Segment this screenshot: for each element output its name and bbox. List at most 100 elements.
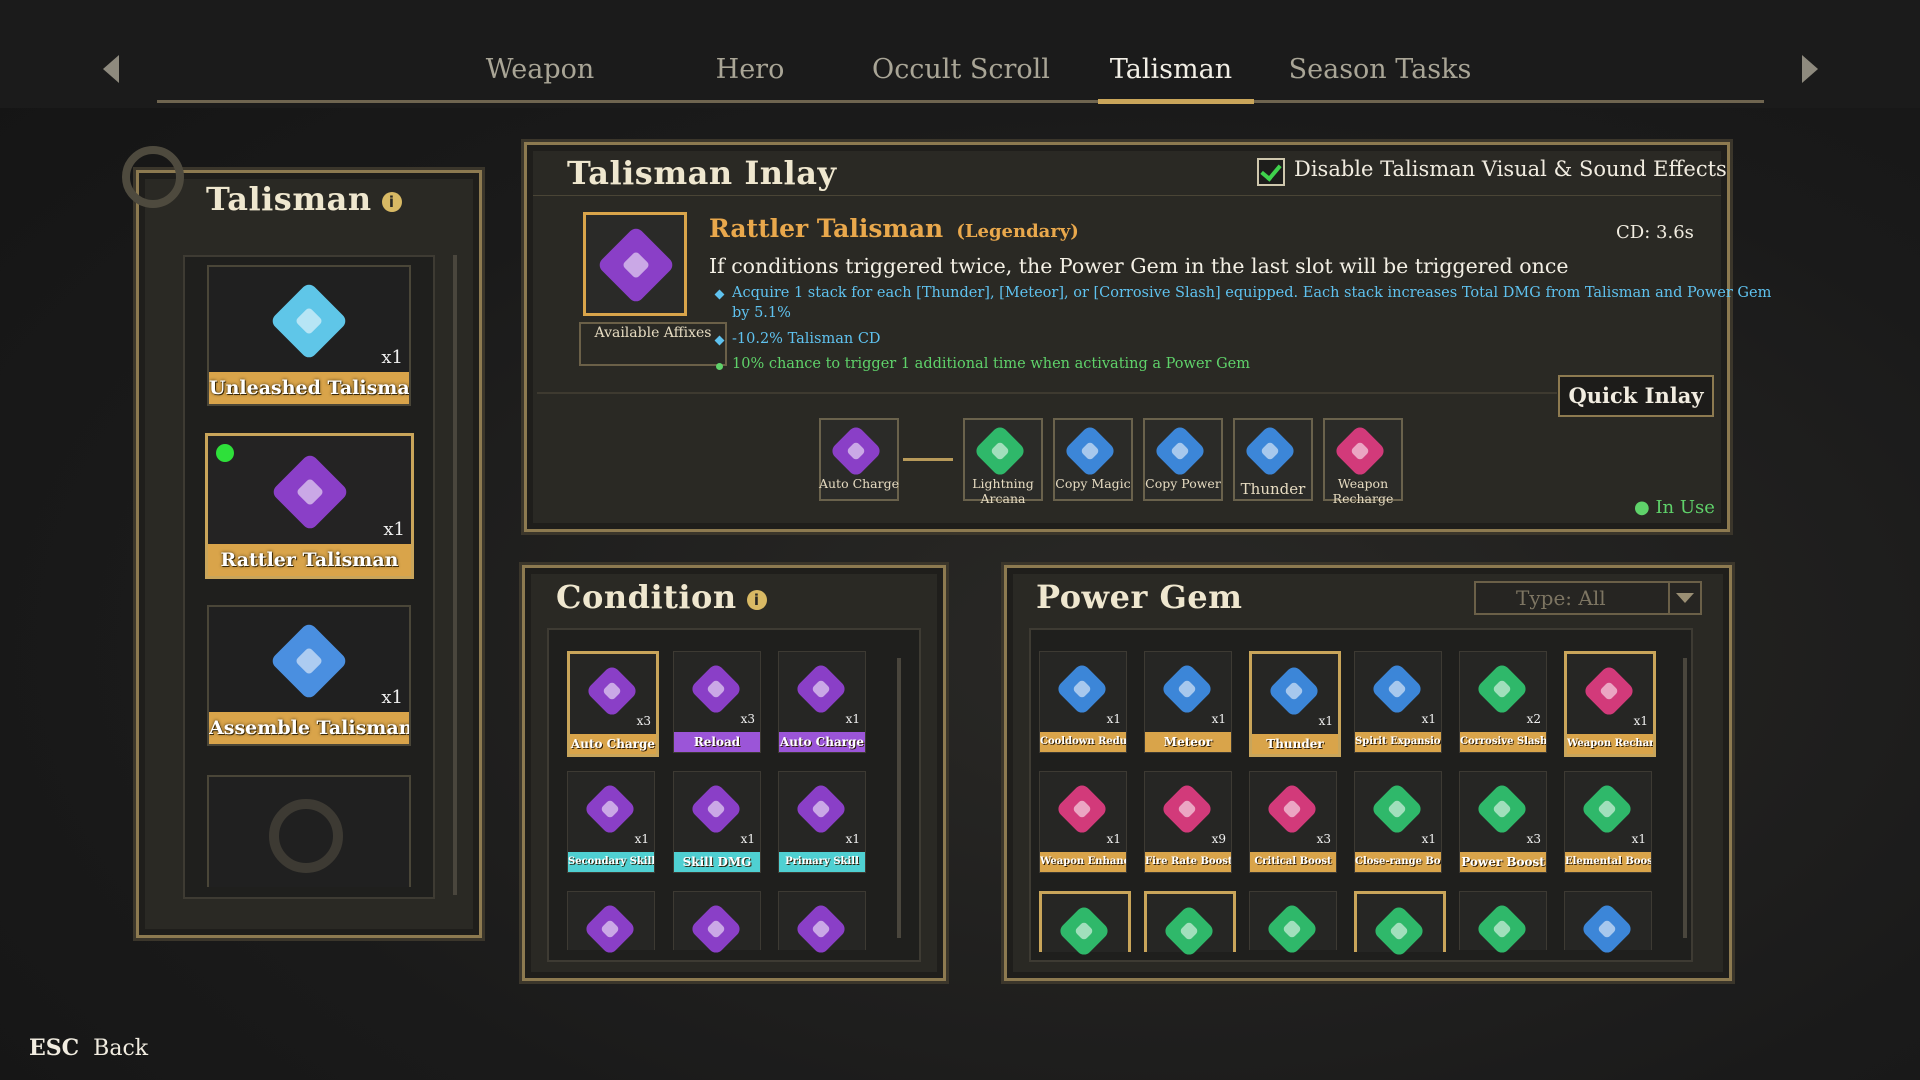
condition-scrollbar[interactable] [897, 658, 901, 938]
power-gem-item[interactable]: x1 Weapon Enhance [1039, 771, 1127, 873]
cooldown-label: CD: [1616, 222, 1651, 243]
item-qty: x1 [1318, 714, 1333, 728]
power-gem-icon [1057, 904, 1111, 958]
talisman-qty: x1 [381, 347, 403, 368]
condition-item[interactable]: x1 Auto Charge [778, 651, 866, 753]
available-affixes-button[interactable]: Available Affixes [579, 322, 727, 366]
power-gem-panel-title: Power Gem [1036, 578, 1243, 616]
talisman-rarity: (Legendary) [956, 221, 1079, 242]
item-qty: x1 [1421, 712, 1436, 726]
condition-item[interactable]: x1 Primary Skill [778, 771, 866, 873]
in-use-label: In Use [1655, 497, 1715, 518]
condition-item[interactable]: x1 Secondary Skill [567, 771, 655, 873]
condition-gem-icon [794, 662, 848, 716]
item-label: Meteor [1145, 732, 1231, 752]
item-qty: x1 [845, 832, 860, 846]
inlay-slot-4[interactable]: Thunder [1233, 418, 1313, 501]
condition-item[interactable]: x3 Reload [673, 651, 761, 753]
tab-weapon[interactable]: Weapon [486, 54, 595, 85]
talisman-name: Assemble Talisman [209, 712, 409, 744]
talisman-card-rattler[interactable]: x1 Rattler Talisman [205, 433, 414, 579]
power-gem-icon [1580, 782, 1634, 836]
item-label: Thunder [1252, 734, 1338, 754]
esc-back-hint[interactable]: ESC Back [29, 1035, 148, 1061]
top-navigation-bar: Weapon Hero Occult Scroll Talisman Seaso… [0, 0, 1920, 108]
slot-label: Auto Charge [818, 476, 900, 491]
inlay-slot-2[interactable]: Copy Magic [1053, 418, 1133, 501]
power-gem-icon [1475, 662, 1529, 716]
power-gem-item[interactable]: x1 Meteor [1144, 651, 1232, 753]
item-qty: x3 [740, 712, 755, 726]
power-gem-item[interactable]: x9 Fire Rate Boost [1144, 771, 1232, 873]
power-gem-item[interactable]: x3 Power Boost [1459, 771, 1547, 873]
type-filter-value: Type: All [1516, 586, 1606, 610]
auto-charge-icon [829, 424, 883, 478]
item-label: Skill DMG [674, 852, 760, 872]
next-tab-arrow-icon[interactable] [1802, 55, 1818, 83]
power-gem-item[interactable] [1039, 891, 1131, 958]
power-gem-item[interactable]: x1 Weapon Recharge [1564, 651, 1656, 757]
power-gem-item[interactable] [1459, 891, 1547, 956]
inlay-slot-condition[interactable]: Auto Charge [819, 418, 899, 501]
condition-gem-icon [794, 782, 848, 836]
power-gem-item[interactable]: x1 Cooldown Reduction [1039, 651, 1127, 753]
power-gem-item[interactable] [1144, 891, 1236, 958]
talisman-card-unleashed[interactable]: x1 Unleashed Talisman [207, 265, 411, 406]
item-qty: x3 [1526, 832, 1541, 846]
quick-inlay-button[interactable]: Quick Inlay [1558, 375, 1714, 417]
tab-hero[interactable]: Hero [716, 54, 785, 85]
tab-talisman[interactable]: Talisman [1110, 54, 1232, 85]
item-label: Corrosive Slash [1460, 732, 1546, 752]
item-label: Close-range Boost [1355, 852, 1441, 872]
tab-divider [157, 100, 1764, 103]
power-gem-item[interactable]: x1 Elemental Boost [1564, 771, 1652, 873]
condition-item[interactable]: x1 Skill DMG [673, 771, 761, 873]
talisman-name: Unleashed Talisman [209, 372, 409, 404]
power-gem-icon [1055, 662, 1109, 716]
power-gem-item[interactable]: x1 Thunder [1249, 651, 1341, 757]
in-use-status: ● In Use [1634, 497, 1715, 518]
item-label: Elemental Boost [1565, 852, 1651, 872]
condition-item[interactable] [673, 891, 761, 956]
condition-info-icon[interactable]: i [746, 589, 767, 610]
power-gem-item[interactable]: x1 Spirit Expansion [1354, 651, 1442, 753]
inlay-header-divider [533, 195, 1721, 196]
previous-tab-arrow-icon[interactable] [103, 55, 119, 83]
talisman-description: If conditions triggered twice, the Power… [709, 254, 1569, 278]
talisman-card-assemble[interactable]: x1 Assemble Talisman [207, 605, 411, 746]
disable-effects-checkbox[interactable] [1257, 158, 1285, 186]
power-gem-icon [1475, 902, 1529, 956]
power-gem-item[interactable] [1354, 891, 1446, 958]
power-gem-item[interactable] [1564, 891, 1652, 956]
item-label: Primary Skill [779, 852, 865, 872]
power-gem-icon [1162, 904, 1216, 958]
item-qty: x2 [1526, 712, 1541, 726]
talisman-card-empty[interactable] [207, 775, 411, 887]
condition-item[interactable] [567, 891, 655, 956]
affix-line: -10.2% Talisman CD [732, 331, 881, 347]
power-gem-item[interactable]: x3 Critical Boost [1249, 771, 1337, 873]
inlay-slot-5[interactable]: Weapon Recharge [1323, 418, 1403, 506]
inlay-slot-3[interactable]: Copy Power [1143, 418, 1223, 501]
power-gem-scrollbar[interactable] [1683, 658, 1687, 938]
type-filter-dropdown[interactable]: Type: All [1474, 581, 1702, 615]
inlay-slot-1[interactable]: Lightning Arcana [963, 418, 1043, 506]
tab-season-tasks[interactable]: Season Tasks [1289, 54, 1472, 85]
condition-gem-icon [689, 662, 743, 716]
inlay-panel-title: Talisman Inlay [567, 154, 837, 192]
assemble-talisman-icon [269, 621, 349, 701]
talisman-name-line: Rattler Talisman (Legendary) [709, 214, 1079, 243]
equipped-indicator [216, 444, 234, 462]
power-gem-item[interactable]: x2 Corrosive Slash [1459, 651, 1547, 753]
affix-line: 10% chance to trigger 1 additional time … [732, 356, 1250, 372]
power-gem-item[interactable]: x1 Close-range Boost [1354, 771, 1442, 873]
condition-item[interactable]: x3 Auto Charge [567, 651, 659, 757]
talisman-info-icon[interactable]: i [381, 191, 402, 212]
power-gem-icon [1370, 662, 1424, 716]
power-gem-item[interactable] [1249, 891, 1337, 956]
tab-occult-scroll[interactable]: Occult Scroll [872, 54, 1050, 85]
talisman-list-scrollbar[interactable] [453, 255, 457, 895]
condition-item[interactable] [778, 891, 866, 956]
condition-gem-icon [583, 782, 637, 836]
unleashed-talisman-icon [269, 281, 349, 361]
